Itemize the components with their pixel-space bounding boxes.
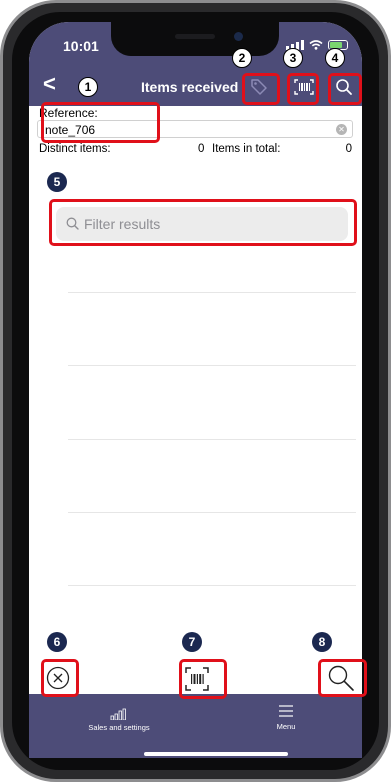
tab-menu[interactable]: Menu bbox=[256, 704, 316, 731]
annotation-badge-5: 5 bbox=[47, 172, 67, 192]
items-total-value: 0 bbox=[345, 143, 352, 155]
highlight-search-button bbox=[328, 73, 362, 105]
highlight-tag-button bbox=[242, 73, 280, 105]
annotation-badge-4: 4 bbox=[325, 48, 345, 68]
annotation-badge-6: 6 bbox=[47, 632, 67, 652]
distinct-items-label: Distinct items: bbox=[39, 143, 111, 155]
status-bar: 10:01 bbox=[29, 22, 362, 66]
annotation-badge-3: 3 bbox=[283, 48, 303, 68]
items-total-label: Items in total: bbox=[212, 143, 281, 155]
annotation-badge-2: 2 bbox=[232, 48, 252, 68]
page-title: Items received bbox=[141, 79, 239, 95]
highlight-barcode-button bbox=[287, 73, 319, 105]
bar-chart-icon bbox=[110, 708, 126, 721]
list-separator bbox=[68, 292, 356, 293]
annotation-badge-8: 8 bbox=[312, 632, 332, 652]
camera bbox=[234, 32, 243, 41]
wifi-icon bbox=[309, 40, 323, 50]
tab-label: Menu bbox=[276, 722, 296, 731]
home-indicator bbox=[144, 752, 288, 756]
back-button[interactable]: < bbox=[43, 73, 56, 95]
list-separator bbox=[68, 365, 356, 366]
highlight-reference bbox=[41, 102, 160, 143]
tab-bar: Sales and settings Menu bbox=[29, 694, 362, 758]
highlight-barcode-bottom bbox=[179, 659, 227, 699]
list-separator bbox=[68, 439, 356, 440]
highlight-cancel-button bbox=[41, 659, 79, 697]
distinct-items-value: 0 bbox=[198, 143, 205, 155]
tab-label: Sales and settings bbox=[88, 723, 150, 732]
notch bbox=[111, 22, 279, 56]
speaker bbox=[175, 34, 215, 39]
list-separator bbox=[68, 512, 356, 513]
highlight-filter-input bbox=[49, 199, 357, 246]
highlight-search-bottom bbox=[318, 659, 367, 697]
status-time: 10:01 bbox=[63, 38, 99, 54]
annotation-badge-7: 7 bbox=[182, 632, 202, 652]
annotation-badge-1: 1 bbox=[78, 77, 98, 97]
list-separator bbox=[68, 585, 356, 586]
menu-icon bbox=[279, 705, 293, 717]
clear-icon[interactable]: ✕ bbox=[336, 124, 347, 135]
tab-sales-and-settings[interactable]: Sales and settings bbox=[64, 708, 174, 732]
